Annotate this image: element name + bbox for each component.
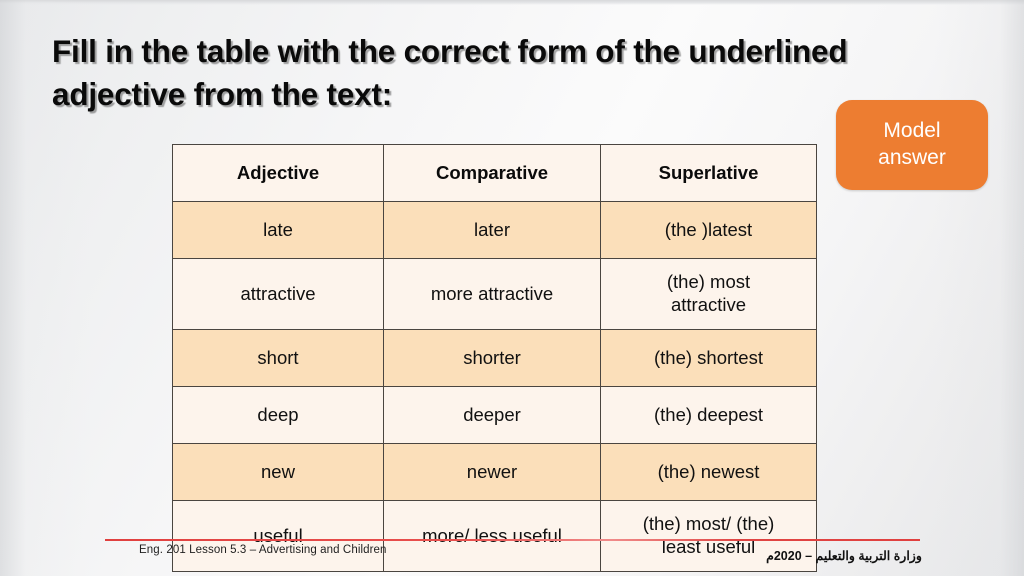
cell-comparative: shorter xyxy=(383,329,601,387)
model-answer-badge-line-1: Model xyxy=(883,119,941,143)
footer-ministry-label: وزارة التربية والتعليم – 2020م xyxy=(766,549,922,563)
table-row: late later (the )latest xyxy=(172,201,817,259)
cell-superlative: (the) shortest xyxy=(600,329,817,387)
column-header-comparative: Comparative xyxy=(383,144,601,202)
model-answer-badge-line-2: answer xyxy=(878,146,946,169)
cell-superlative: (the) deepest xyxy=(600,386,817,444)
page-title-line-1: Fill in the table with the correct form … xyxy=(52,33,848,69)
footer-divider xyxy=(105,539,920,542)
model-answer-badge: Model answer xyxy=(836,100,988,190)
cell-adjective: useful xyxy=(172,500,384,572)
cell-comparative: more attractive xyxy=(383,258,601,330)
adjective-forms-table-wrapper: Adjective Comparative Superlative late l… xyxy=(172,144,817,572)
cell-comparative: later xyxy=(383,201,601,259)
column-header-adjective: Adjective xyxy=(172,144,384,202)
cell-adjective: new xyxy=(172,443,384,501)
table-row: new newer (the) newest xyxy=(172,443,817,501)
cell-superlative: (the) newest xyxy=(600,443,817,501)
cell-adjective: deep xyxy=(172,386,384,444)
adjective-forms-table: Adjective Comparative Superlative late l… xyxy=(172,144,817,572)
table-row: useful more/ less useful (the) most/ (th… xyxy=(172,500,817,572)
cell-adjective: late xyxy=(172,201,384,259)
cell-comparative: more/ less useful xyxy=(383,500,601,572)
cell-superlative: (the) most attractive xyxy=(600,258,817,330)
table-header: Adjective Comparative Superlative xyxy=(172,144,817,202)
cell-adjective: attractive xyxy=(172,258,384,330)
table-row: attractive more attractive (the) most at… xyxy=(172,258,817,330)
cell-adjective: short xyxy=(172,329,384,387)
cell-comparative: deeper xyxy=(383,386,601,444)
footer-lesson-label: Eng. 201 Lesson 5.3 – Advertising and Ch… xyxy=(139,544,387,556)
page-title: Fill in the table with the correct form … xyxy=(52,30,952,116)
slide-canvas: Fill in the table with the correct form … xyxy=(0,0,1024,576)
page-title-line-2: adjective from the text: xyxy=(52,75,393,112)
table-row: deep deeper (the) deepest xyxy=(172,386,817,444)
cell-comparative: newer xyxy=(383,443,601,501)
cell-superlative: (the )latest xyxy=(600,201,817,259)
table-header-row: Adjective Comparative Superlative xyxy=(172,144,817,202)
table-row: short shorter (the) shortest xyxy=(172,329,817,387)
table-body: late later (the )latest attractive more … xyxy=(172,201,817,572)
column-header-superlative: Superlative xyxy=(600,144,817,202)
